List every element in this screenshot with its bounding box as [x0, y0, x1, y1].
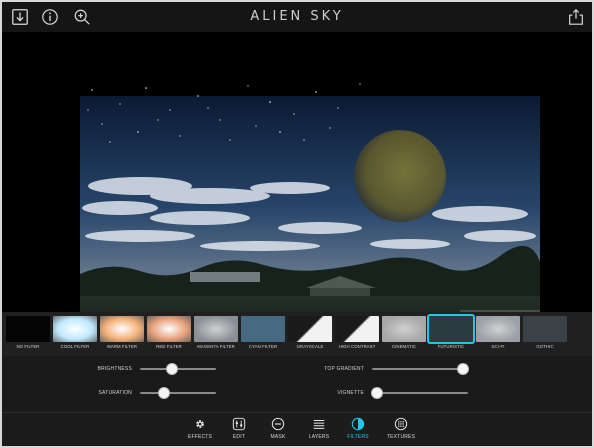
- tool-layers[interactable]: LAYERS: [301, 417, 337, 440]
- filter-label: GOTHIC: [536, 344, 554, 349]
- filters-icon: [351, 417, 365, 431]
- tool-label-edit: EDIT: [232, 434, 246, 440]
- layers-icon: [313, 419, 325, 429]
- tool-label-filters: FILTERS: [347, 434, 369, 440]
- filter-high-contrast[interactable]: HIGH CONTRAST: [335, 316, 379, 356]
- vignette-slider[interactable]: [370, 387, 468, 399]
- filter-thumbnail: [427, 314, 475, 344]
- filter-thumbnail: [147, 316, 191, 342]
- brightness-slider[interactable]: [140, 363, 216, 375]
- filter-thumbnail: [288, 316, 332, 342]
- filter-thumbnail: [335, 316, 379, 342]
- saturation-slider[interactable]: [140, 387, 216, 399]
- mask-icon: [271, 417, 285, 431]
- sliders-icon: [232, 417, 246, 431]
- app-title: ALIEN SKY: [250, 9, 344, 24]
- tool-filters[interactable]: FILTERS: [340, 417, 376, 440]
- filter-label: CYAN FILTER: [248, 344, 278, 349]
- filter-strip: NO FILTER COOL FILTER WARM FILTER RED FILTE…: [2, 312, 592, 356]
- filter-label: COOL FILTER: [60, 344, 90, 349]
- filter-label: WARM FILTER: [106, 344, 138, 349]
- tool-effects[interactable]: EFFECTS: [182, 417, 218, 440]
- vignette-label: VIGNETTE: [337, 390, 364, 396]
- filter-thumbnail: [194, 316, 238, 342]
- filter-cool-filter[interactable]: COOL FILTER: [53, 316, 97, 356]
- filter-sci-fi[interactable]: SCI-FI: [476, 316, 520, 356]
- textures-icon: [394, 417, 408, 431]
- tool-mask[interactable]: MASK: [260, 417, 296, 440]
- bottom-toolbar: EFFECTS EDIT MASK LAYERS FILTERS TEXTURE…: [2, 412, 592, 446]
- filter-thumbnail: [241, 316, 285, 342]
- saturation-control: SATURATION: [70, 386, 216, 400]
- filter-futuristic[interactable]: FUTURISTIC: [427, 314, 475, 356]
- filter-label: CINEMATIC: [391, 344, 417, 349]
- filter-red-filter[interactable]: RED FILTER: [147, 316, 191, 356]
- filter-warm-filter[interactable]: WARM FILTER: [100, 316, 144, 356]
- filter-thumbnail: [6, 316, 50, 342]
- filter-no-filter[interactable]: NO FILTER: [6, 316, 50, 356]
- filter-thumbnail: [100, 316, 144, 342]
- gear-icon: [196, 420, 204, 428]
- image-canvas[interactable]: [2, 32, 592, 312]
- tool-label-mask: MASK: [270, 434, 286, 440]
- saturation-label: SATURATION: [98, 390, 132, 396]
- brightness-control: BRIGHTNESS: [70, 362, 216, 376]
- share-icon[interactable]: [566, 7, 586, 27]
- top-gradient-slider[interactable]: [372, 363, 470, 375]
- filter-label: FUTURISTIC: [437, 344, 465, 349]
- filter-label: SCI-FI: [491, 344, 505, 349]
- filter-label: RED FILTER: [156, 344, 182, 349]
- filter-thumbnail: [53, 316, 97, 342]
- tool-label-textures: TEXTURES: [386, 434, 416, 440]
- filter-label: MAGENTA FILTER: [197, 344, 235, 349]
- top-gradient-label: TOP GRADIENT: [324, 366, 364, 372]
- filter-label: NO FILTER: [16, 344, 40, 349]
- filter-thumbnail: [476, 316, 520, 342]
- filter-gothic[interactable]: GOTHIC: [523, 316, 567, 356]
- brightness-label: BRIGHTNESS: [97, 366, 132, 372]
- filter-label: GRAYSCALE: [296, 344, 324, 349]
- top-bar: ALIEN SKY: [2, 2, 592, 32]
- tool-textures[interactable]: TEXTURES: [383, 417, 419, 440]
- filter-cinematic[interactable]: CINEMATIC: [382, 316, 426, 356]
- tool-label-effects: EFFECTS: [187, 434, 213, 440]
- filter-thumbnail: [382, 316, 426, 342]
- brightness-knob[interactable]: [165, 363, 178, 375]
- star-field: [87, 83, 361, 143]
- top-gradient-control: TOP GRADIENT: [302, 362, 470, 376]
- tool-edit[interactable]: EDIT: [221, 417, 257, 440]
- filter-grayscale[interactable]: GRAYSCALE: [288, 316, 332, 356]
- saturation-knob[interactable]: [158, 387, 171, 399]
- vignette-control: VIGNETTE: [302, 386, 468, 400]
- tool-label-layers: LAYERS: [308, 434, 330, 440]
- top-gradient-knob[interactable]: [457, 363, 470, 375]
- filter-magenta-filter[interactable]: MAGENTA FILTER: [194, 316, 238, 356]
- filter-cyan-filter[interactable]: CYAN FILTER: [241, 316, 285, 356]
- vignette-knob[interactable]: [370, 387, 383, 399]
- filter-label: HIGH CONTRAST: [338, 344, 376, 349]
- filter-thumbnail: [523, 316, 567, 342]
- adjustment-panel: BRIGHTNESS SATURATION TOP GRADIENT VIGNE…: [2, 356, 592, 412]
